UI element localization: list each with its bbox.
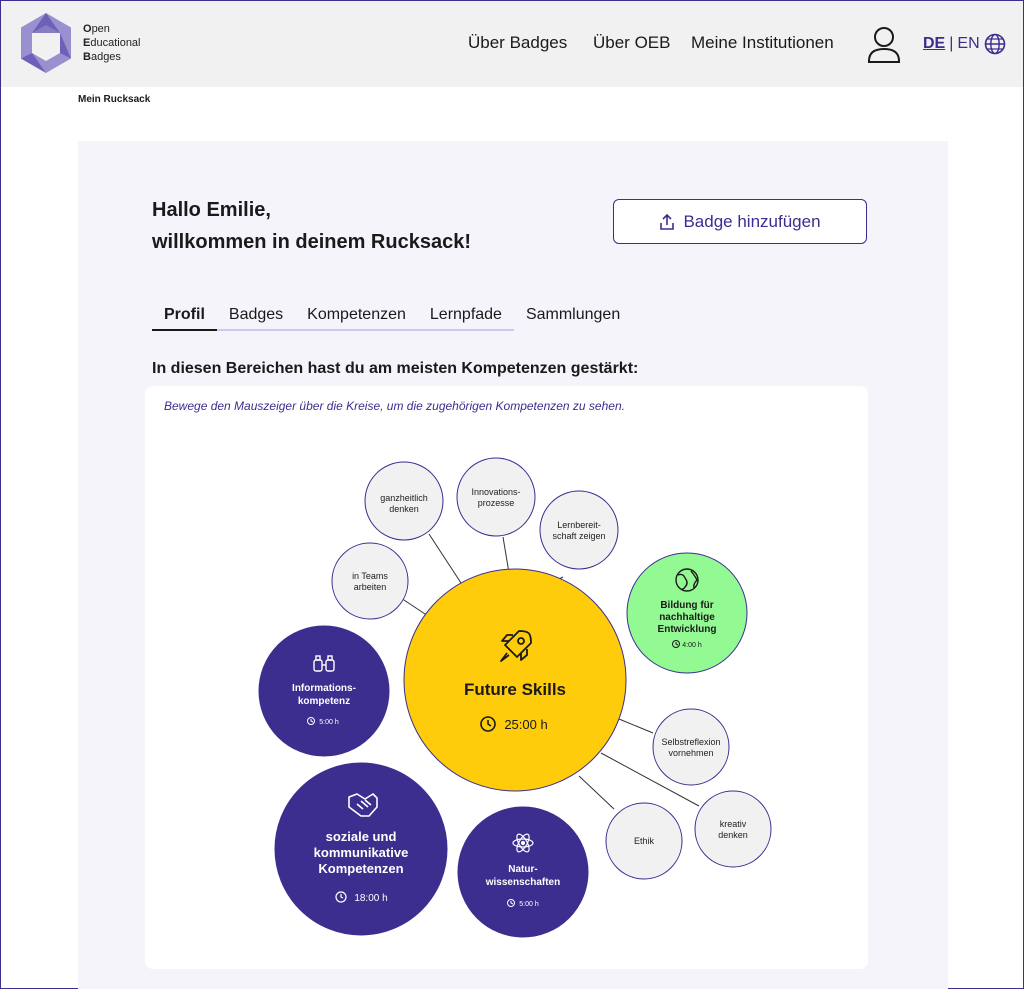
bubble-soziale-kompetenzen[interactable]: soziale und kommunikative Kompetenzen 18… [274, 762, 448, 936]
info-line1: Informations- [292, 683, 356, 694]
nature-line2: wissenschaften [485, 877, 560, 888]
social-line2: kommunikative [314, 845, 409, 860]
skill-bubble-ganzheitlich[interactable]: ganzheitlich denken [364, 461, 444, 541]
skill-kreativ-line2: denken [718, 830, 748, 840]
skill-bubble-teams[interactable]: in Teams arbeiten [331, 542, 409, 620]
bne-line3: Entwicklung [658, 624, 717, 635]
skill-teams-line2: arbeiten [354, 582, 387, 592]
bne-time: 4:00 h [682, 642, 702, 649]
skill-bubble-kreativ[interactable]: kreativ denken [694, 790, 772, 868]
future-skills-title: Future Skills [464, 680, 566, 699]
skill-ethik-label: Ethik [634, 836, 655, 846]
skill-selbstreflexion-line1: Selbstreflexion [661, 737, 720, 747]
bubble-informationskompetenz[interactable]: Informations- kompetenz 5:00 h [258, 625, 390, 757]
social-time: 18:00 h [354, 893, 387, 904]
future-skills-time: 25:00 h [504, 717, 547, 732]
skill-innovation-line2: prozesse [478, 498, 515, 508]
skill-innovation-line1: Innovations- [471, 487, 520, 497]
social-line1: soziale und [326, 829, 397, 844]
skill-bubble-lernbereitschaft[interactable]: Lernbereit- schaft zeigen [539, 490, 619, 570]
bne-line2: nachhaltige [659, 612, 715, 623]
competency-bubble-chart: in Teams arbeiten ganzheitlich denken In… [258, 457, 772, 938]
skill-ganzheitlich-line1: ganzheitlich [380, 493, 428, 503]
nature-line1: Natur- [508, 864, 537, 875]
bne-line1: Bildung für [660, 600, 713, 611]
skill-bubble-ethik[interactable]: Ethik [605, 802, 683, 880]
bubble-future-skills[interactable]: Future Skills 25:00 h [403, 568, 627, 792]
social-line3: Kompetenzen [318, 861, 403, 876]
skill-selbstreflexion-line2: vornehmen [668, 748, 713, 758]
skill-lernbereit-line1: Lernbereit- [557, 520, 601, 530]
skill-bubble-selbstreflexion[interactable]: Selbstreflexion vornehmen [652, 708, 730, 786]
info-time: 5:00 h [319, 719, 339, 726]
info-line2: kompetenz [298, 696, 350, 707]
skill-lernbereit-line2: schaft zeigen [552, 531, 605, 541]
skill-ganzheitlich-line2: denken [389, 504, 419, 514]
bubble-naturwissenschaften[interactable]: Natur- wissenschaften 5:00 h [457, 806, 589, 938]
skill-bubble-innovation[interactable]: Innovations- prozesse [456, 457, 536, 537]
bubble-bne[interactable]: Bildung für nachhaltige Entwicklung 4:00… [626, 552, 748, 674]
skill-teams-line1: in Teams [352, 571, 388, 581]
skill-kreativ-line1: kreativ [720, 819, 747, 829]
nature-time: 5:00 h [519, 901, 539, 908]
